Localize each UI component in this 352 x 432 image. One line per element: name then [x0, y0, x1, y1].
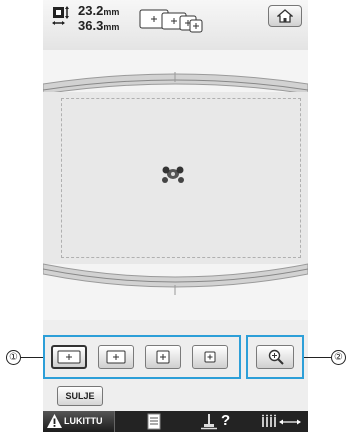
close-button[interactable]: SULJE [57, 386, 103, 406]
home-icon [277, 9, 293, 23]
size-icon [52, 6, 69, 25]
help-label: ? [221, 412, 231, 429]
preview-size-button-group [43, 335, 241, 379]
header-bar: 23.2mm 36.3mm [43, 0, 308, 50]
preview-size-largest-button[interactable] [51, 345, 87, 369]
hoop-sizes-icon [139, 9, 203, 33]
embroidery-preview-screen: 23.2mm 36.3mm SULJE LUKITTU ? [43, 0, 308, 432]
page-icon [147, 413, 161, 430]
preview-size-large-button[interactable] [98, 345, 134, 369]
width-unit: mm [103, 7, 120, 17]
lock-label: LUKITTU [64, 416, 103, 426]
design-size-readout: 23.2mm 36.3mm [78, 4, 119, 34]
zoom-button[interactable] [256, 345, 294, 369]
lock-button[interactable]: LUKITTU [43, 411, 115, 432]
zoom-in-icon [268, 349, 284, 365]
home-button[interactable] [268, 5, 302, 27]
callout-2: ② [331, 350, 346, 365]
preview-size-small-button[interactable] [192, 345, 228, 369]
height-value: 36.3 [78, 18, 104, 33]
hoop-size-large-icon [106, 350, 126, 364]
hoop-size-largest-icon [57, 350, 81, 364]
callout-1: ① [6, 350, 21, 365]
embroidery-pattern-icon [162, 166, 184, 183]
bottom-toolbar: LUKITTU ? [43, 411, 308, 432]
help-button[interactable]: ? [197, 411, 245, 432]
embroidery-hoop-area [43, 50, 308, 320]
width-value: 23.2 [78, 3, 104, 18]
height-row: 36.3mm [78, 19, 119, 34]
help-icon [201, 414, 217, 430]
height-unit: mm [103, 22, 120, 32]
preview-size-medium-button[interactable] [145, 345, 181, 369]
callout-2-leader [304, 357, 331, 358]
hoop-size-small-icon [204, 351, 216, 363]
callout-1-leader [21, 357, 43, 358]
width-row: 23.2mm [78, 4, 119, 19]
thread-density-button[interactable] [257, 411, 307, 432]
zoom-button-group [246, 335, 304, 379]
hoop-size-medium-icon [156, 350, 170, 364]
embroidery-field [61, 98, 301, 258]
page-button[interactable] [139, 411, 169, 432]
warning-lock-icon [47, 414, 62, 428]
thread-density-icon [262, 414, 301, 427]
